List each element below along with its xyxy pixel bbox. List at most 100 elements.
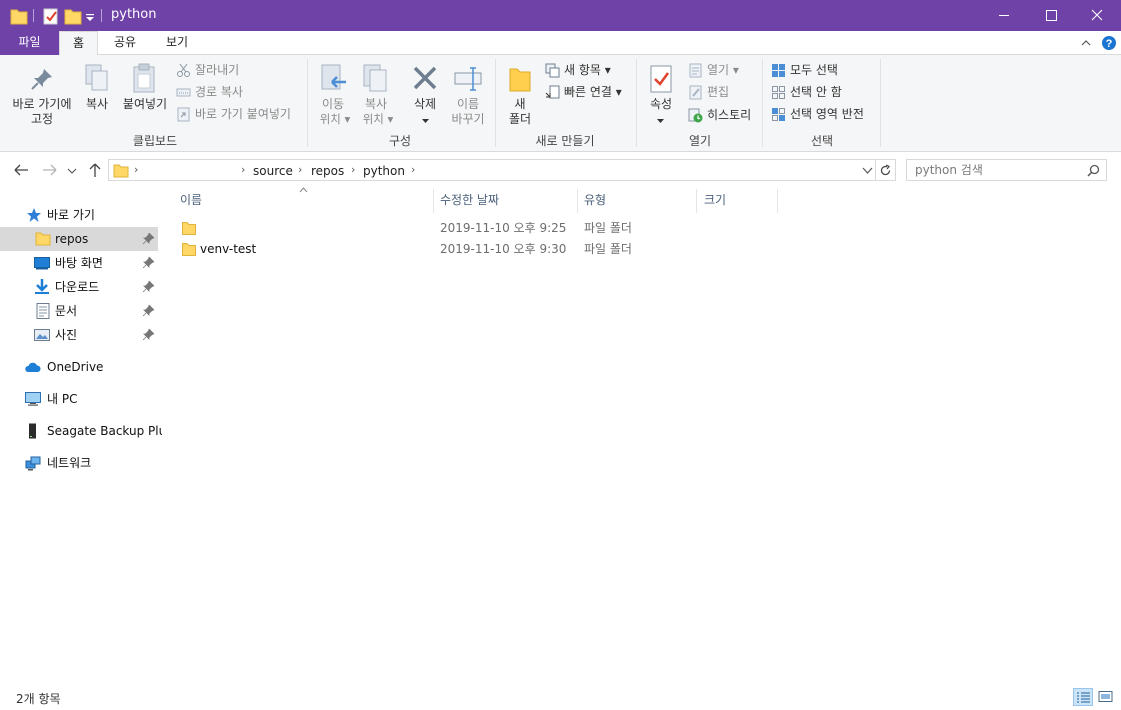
rename-button[interactable]: 이름 바꾸기 xyxy=(446,59,490,129)
column-divider[interactable] xyxy=(777,189,778,213)
new-folder-button[interactable]: 새 폴더 xyxy=(502,59,538,129)
select-group-label: 선택 xyxy=(810,134,834,148)
select-all-icon xyxy=(772,64,785,77)
edit-icon xyxy=(689,85,702,100)
tab-share[interactable]: 공유 xyxy=(105,31,145,55)
nav-item-desktop[interactable]: 바탕 화면 xyxy=(0,251,158,275)
paste-label: 붙여넣기 xyxy=(122,97,168,111)
ribbon-tabs: 파일 홈 공유 보기 ? xyxy=(0,31,1121,56)
column-header-name[interactable]: 이름 xyxy=(180,187,430,213)
properties-button[interactable]: 속성 xyxy=(643,59,679,129)
nav-item-repos[interactable]: repos xyxy=(0,227,158,251)
delete-dropdown-icon[interactable] xyxy=(422,119,430,125)
column-header-size[interactable]: 크기 xyxy=(704,187,774,213)
easy-access-icon xyxy=(545,85,560,99)
pin-quick-access-button[interactable]: 바로 가기에 고정 xyxy=(8,59,76,129)
column-divider[interactable] xyxy=(696,189,697,213)
nav-this-pc[interactable]: 내 PC xyxy=(25,387,155,411)
window-title: python xyxy=(111,7,157,22)
nav-quick-access[interactable]: 바로 가기 xyxy=(25,203,155,227)
refresh-button[interactable] xyxy=(876,159,896,181)
copy-button[interactable]: 복사 xyxy=(80,59,114,129)
search-input[interactable] xyxy=(915,162,1085,178)
breadcrumb-separator[interactable]: › xyxy=(241,163,245,176)
column-divider[interactable] xyxy=(577,189,578,213)
pin-icon[interactable] xyxy=(142,281,154,293)
address-history-dropdown-icon[interactable] xyxy=(862,166,873,175)
breadcrumb-separator[interactable]: › xyxy=(298,163,302,176)
nav-item-pictures[interactable]: 사진 xyxy=(0,323,158,347)
breadcrumb-source[interactable]: source xyxy=(253,164,293,178)
pin-icon[interactable] xyxy=(142,329,154,341)
open-group-label: 열기 xyxy=(688,134,712,148)
nav-item-label: 문서 xyxy=(55,304,78,318)
group-separator xyxy=(307,59,308,147)
details-view-button[interactable] xyxy=(1073,688,1093,706)
minimize-button[interactable] xyxy=(981,0,1027,31)
group-separator xyxy=(636,59,637,147)
nav-item-label: 사진 xyxy=(55,328,78,342)
tab-home[interactable]: 홈 xyxy=(59,31,98,56)
column-header-modified[interactable]: 수정한 날짜 xyxy=(440,187,576,213)
close-button[interactable] xyxy=(1074,0,1120,31)
nav-onedrive[interactable]: OneDrive xyxy=(25,355,155,379)
computer-icon xyxy=(25,392,41,406)
copy-label: 복사 xyxy=(85,97,109,111)
nav-network[interactable]: 네트워크 xyxy=(25,451,155,475)
breadcrumb-repos[interactable]: repos xyxy=(311,164,344,178)
nav-this-pc-label: 내 PC xyxy=(47,392,78,406)
properties-icon xyxy=(650,65,672,93)
new-folder-quick-icon[interactable] xyxy=(64,6,82,26)
pin-icon[interactable] xyxy=(142,257,154,269)
nav-item-documents[interactable]: 문서 xyxy=(0,299,158,323)
file-type: 파일 폴더 xyxy=(584,221,632,235)
breadcrumb-separator[interactable]: › xyxy=(351,163,355,176)
forward-arrow-icon[interactable] xyxy=(40,161,60,179)
large-icons-view-button[interactable] xyxy=(1096,688,1116,706)
column-divider[interactable] xyxy=(433,189,434,213)
delete-button[interactable]: 삭제 xyxy=(405,59,445,129)
rename-label-1: 이름 xyxy=(456,97,480,111)
paste-shortcut-icon xyxy=(177,107,190,122)
pin-icon[interactable] xyxy=(142,305,154,317)
nav-item-downloads[interactable]: 다운로드 xyxy=(0,275,158,299)
history-icon xyxy=(688,108,703,123)
breadcrumb-separator[interactable]: › xyxy=(411,163,415,176)
nav-seagate-drive[interactable]: Seagate Backup Plus xyxy=(25,419,172,443)
properties-quick-icon[interactable] xyxy=(42,6,60,26)
paste-button[interactable]: 붙여넣기 xyxy=(120,59,170,129)
breadcrumb-python[interactable]: python xyxy=(363,164,405,178)
file-row[interactable]: venv-test 2019-11-10 오후 9:30 파일 폴더 xyxy=(176,239,646,260)
organize-group-label: 구성 xyxy=(388,134,412,148)
help-icon[interactable]: ? xyxy=(1101,35,1117,51)
move-to-button[interactable]: 이동 위치 ▾ xyxy=(313,59,353,129)
breadcrumb-separator[interactable]: › xyxy=(134,163,138,176)
star-icon xyxy=(27,208,41,222)
move-to-label-2: 위치 ▾ xyxy=(319,112,351,126)
customize-quick-access-icon[interactable] xyxy=(84,6,96,26)
move-to-label-1: 이동 xyxy=(321,97,345,111)
collapse-ribbon-icon[interactable] xyxy=(1080,37,1092,49)
address-bar[interactable]: › › source › repos › python › xyxy=(108,159,876,181)
search-icon[interactable] xyxy=(1087,164,1100,177)
open-label: 열기 ▾ xyxy=(707,63,739,77)
properties-dropdown-icon[interactable] xyxy=(657,119,665,125)
desktop-icon xyxy=(34,257,50,270)
title-bar: python xyxy=(0,0,1121,31)
nav-seagate-label: Seagate Backup Plus xyxy=(47,424,173,438)
file-row[interactable]: 2019-11-10 오후 9:25 파일 폴더 xyxy=(176,218,646,239)
column-header-type[interactable]: 유형 xyxy=(584,187,694,213)
scissors-icon xyxy=(177,63,190,77)
pin-icon[interactable] xyxy=(142,233,154,245)
copy-to-button[interactable]: 복사 위치 ▾ xyxy=(356,59,396,129)
tab-file[interactable]: 파일 xyxy=(0,31,59,55)
tab-view[interactable]: 보기 xyxy=(157,31,197,55)
recent-locations-icon[interactable] xyxy=(67,167,77,175)
back-arrow-icon[interactable] xyxy=(11,161,31,179)
minimize-icon xyxy=(999,15,1009,16)
select-none-label: 선택 안 함 xyxy=(790,85,842,99)
copy-to-icon xyxy=(363,64,387,92)
up-arrow-icon[interactable] xyxy=(85,161,105,179)
file-modified: 2019-11-10 오후 9:25 xyxy=(440,221,567,235)
maximize-button[interactable] xyxy=(1028,0,1074,31)
